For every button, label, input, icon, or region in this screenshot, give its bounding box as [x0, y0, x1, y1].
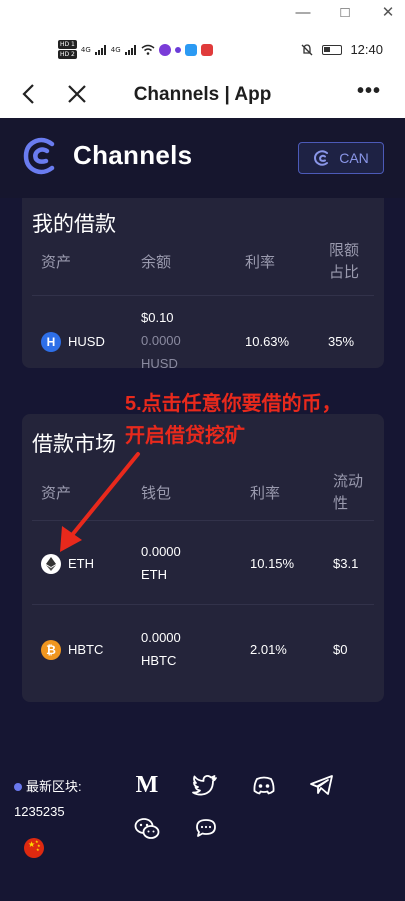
twitter-icon[interactable] [191, 771, 219, 799]
latest-block-label: 最新区块: [26, 779, 82, 794]
status-time: 12:40 [350, 42, 383, 57]
status-left: HD 1 HD 2 4G 4G [58, 40, 213, 59]
loan-market-row-eth-rate: 10.15% [250, 556, 295, 571]
hd1-badge: HD 1 [58, 40, 77, 49]
signal-1-label: 4G [80, 45, 91, 54]
main-content[interactable]: 我的借款 资产 余额 利率 限额 占比 H HUSD $0.10 0.0000 … [0, 198, 405, 901]
signal-icon [94, 44, 106, 55]
app-icon-purple [158, 43, 171, 56]
app-icon-blue [184, 43, 197, 56]
loan-market-row-eth-liquidity: $3.1 [333, 556, 359, 571]
my-loans-header-limit-line1: 限额 [329, 242, 360, 259]
tutorial-annotation-line2: 开启借贷挖矿 [125, 425, 245, 447]
tutorial-arrow [60, 452, 140, 552]
loan-market-divider-2 [32, 604, 374, 605]
my-loans-row-asset: HUSD [68, 334, 105, 349]
hd2-badge: HD 2 [58, 50, 77, 59]
my-loans-header-limit-line2: 占比 [329, 264, 360, 281]
my-loans-row-balance-unit: HUSD [141, 356, 178, 368]
maximize-icon[interactable]: □ [334, 2, 356, 24]
status-right: 12:40 [300, 42, 383, 57]
app-icon-small [174, 46, 181, 53]
my-loans-row-balance-usd: $0.10 [141, 310, 174, 325]
loan-market-header-rate: 利率 [250, 485, 281, 502]
hbtc-icon: ₿ [41, 640, 61, 660]
husd-icon: H [41, 332, 61, 352]
can-button[interactable]: CAN [298, 142, 384, 174]
medium-icon[interactable]: M [133, 771, 161, 799]
status-bar: HD 1 HD 2 4G 4G 12:40 [0, 28, 405, 72]
loan-market-row-hbtc-wallet-amount: 0.0000 [141, 630, 181, 645]
more-menu-icon[interactable]: ••• [357, 80, 381, 103]
loan-market-row-eth-wallet-unit: ETH [141, 567, 167, 582]
telegram-icon[interactable] [308, 771, 336, 799]
block-status-dot [14, 783, 22, 791]
mute-icon [301, 43, 313, 55]
my-loans-divider [32, 295, 374, 296]
wifi-icon [141, 44, 155, 55]
my-loans-card: 我的借款 资产 余额 利率 限额 占比 H HUSD $0.10 0.0000 … [22, 198, 384, 368]
china-flag-icon[interactable]: ★ ★ ★ ★ [24, 838, 44, 858]
signal-2-label: 4G [110, 45, 121, 54]
my-loans-title: 我的借款 [32, 213, 116, 236]
signal-icon-2 [124, 44, 136, 55]
loan-market-row-hbtc-wallet-unit: HBTC [141, 653, 177, 668]
battery-icon [322, 44, 343, 55]
my-loans-row-rate: 10.63% [245, 334, 290, 349]
loan-market-header-liquidity-line2: 性 [333, 495, 349, 512]
app-icon-red [200, 43, 213, 56]
loan-market-row-hbtc-asset: HBTC [68, 642, 104, 657]
my-loans-header-balance: 余额 [141, 254, 172, 271]
my-loans-row-balance-amount: 0.0000 [141, 333, 181, 348]
minimize-icon[interactable]: — [292, 2, 314, 24]
my-loans-header-rate: 利率 [245, 254, 276, 271]
my-loans-header-limit: 限额 占比 [329, 240, 359, 284]
latest-block-number: 1235235 [14, 804, 65, 819]
channels-logo-icon [23, 137, 55, 175]
browser-nav-bar: Channels | App ••• [0, 72, 405, 118]
app-header: Channels CAN [0, 118, 405, 198]
loan-market-row-hbtc-liquidity: $0 [333, 642, 348, 657]
window-titlebar: — □ ✕ [0, 0, 405, 28]
footer: 最新区块: 1235235 ★ ★ ★ ★ M [0, 743, 405, 901]
loan-market-header-liquidity-line1: 流动 [333, 473, 364, 490]
tutorial-annotation-line1: 5.点击任意你要借的币， [125, 393, 342, 415]
wechat-icon[interactable] [133, 815, 161, 843]
logo-text: Channels [73, 140, 193, 170]
close-window-icon[interactable]: ✕ [377, 2, 399, 24]
can-logo-icon [314, 150, 329, 166]
my-loans-header-asset: 资产 [41, 254, 72, 271]
chat-icon[interactable] [192, 815, 220, 843]
my-loans-row-limit: 35% [328, 334, 355, 349]
can-button-label: CAN [339, 150, 369, 166]
loan-market-row-hbtc-rate: 2.01% [250, 642, 287, 657]
discord-icon[interactable] [250, 771, 278, 799]
loan-market-header-liquidity: 流动 性 [333, 471, 363, 515]
page-title: Channels | App [133, 84, 272, 105]
